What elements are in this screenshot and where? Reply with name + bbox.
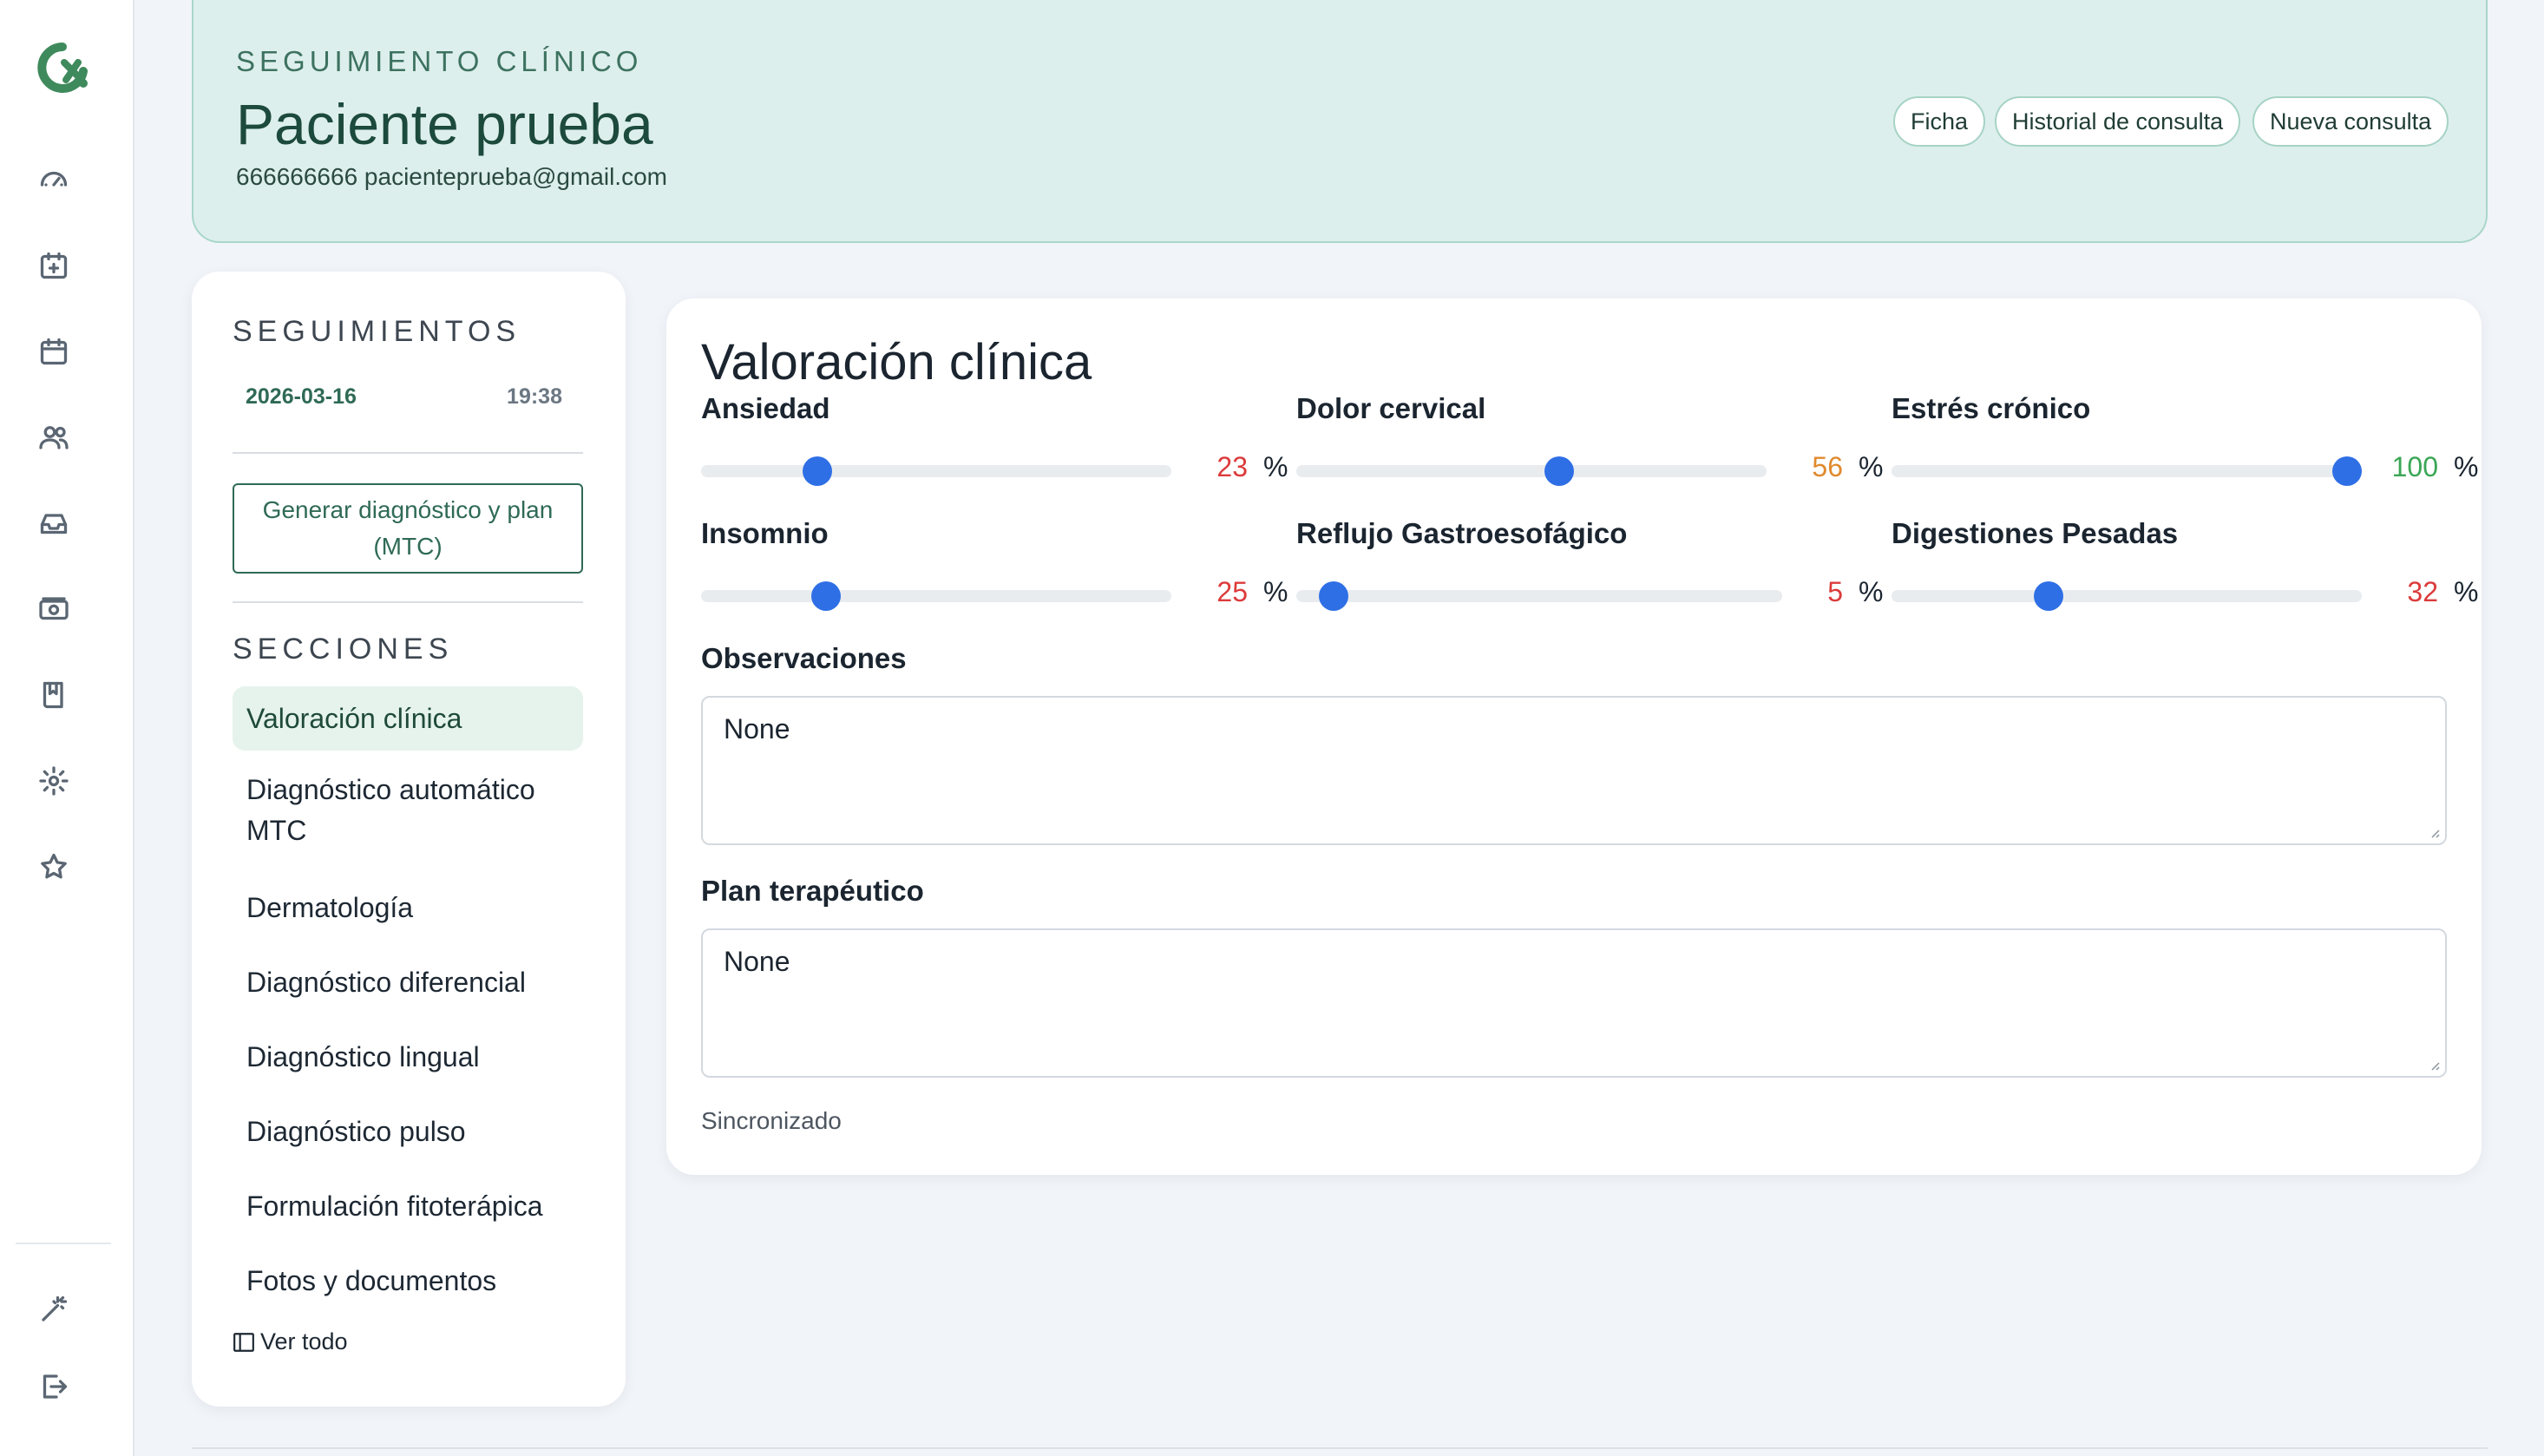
resize-grip-icon[interactable] (2428, 826, 2440, 838)
rail-divider (16, 1243, 111, 1244)
plan-textarea[interactable]: None (701, 928, 2447, 1078)
app-logo[interactable] (33, 42, 94, 94)
resize-grip-icon[interactable] (2428, 1059, 2440, 1071)
slider-label: Estrés crónico (1892, 392, 2091, 424)
divider (233, 601, 583, 603)
slider-ansiedad: Ansiedad 23 % (701, 392, 1288, 488)
slider-label: Reflujo Gastroesofágico (1296, 517, 1628, 549)
logout-icon[interactable] (35, 1367, 73, 1406)
slider-value: 5 (1827, 576, 1843, 607)
secciones-title: SECCIONES (233, 633, 454, 666)
patient-contact: 666666666 pacienteprueba@gmail.com (236, 163, 667, 190)
slider-unit: % (2454, 576, 2479, 607)
slider-track[interactable] (1892, 465, 2362, 477)
slider-estres-cronico: Estrés crónico 100 % (1892, 392, 2478, 488)
slider-track[interactable] (1296, 465, 1767, 477)
generate-diagnosis-button[interactable]: Generar diagnóstico y plan (MTC) (233, 483, 583, 574)
slider-track[interactable] (701, 590, 1171, 602)
observations-label: Observaciones (701, 642, 907, 674)
valoracion-panel: Valoración clínica Ansiedad 23 % Dolor c… (666, 298, 2482, 1175)
slider-track[interactable] (1892, 590, 2362, 602)
slider-thumb[interactable] (1544, 456, 1574, 486)
users-icon[interactable] (35, 418, 73, 456)
slider-unit: % (1263, 576, 1288, 607)
historial-button[interactable]: Historial de consulta (1995, 96, 2241, 147)
patient-name: Paciente prueba (236, 92, 653, 156)
slider-label: Insomnio (701, 517, 829, 549)
entry-time: 19:38 (507, 384, 562, 409)
star-icon[interactable] (35, 848, 73, 886)
section-diagnostico-lingual[interactable]: Diagnóstico lingual (233, 1037, 583, 1078)
header-eyebrow: SEGUIMIENTO CLÍNICO (236, 45, 643, 77)
calendar-icon[interactable] (35, 332, 73, 371)
sync-status: Sincronizado (701, 1107, 842, 1134)
slider-track[interactable] (701, 465, 1171, 477)
slider-thumb[interactable] (1319, 581, 1348, 611)
view-all-label: Ver todo (260, 1328, 348, 1354)
slider-thumb[interactable] (2034, 581, 2063, 611)
ficha-button[interactable]: Ficha (1893, 96, 1986, 147)
section-formulacion-fitoterapica[interactable]: Formulación fitoterápica (233, 1186, 583, 1227)
slider-unit: % (1263, 451, 1288, 482)
slider-unit: % (1859, 576, 1884, 607)
slider-track[interactable] (1296, 590, 1782, 602)
nueva-consulta-button[interactable]: Nueva consulta (2252, 96, 2449, 147)
section-fotos-documentos[interactable]: Fotos y documentos (233, 1261, 583, 1302)
observations-value: None (724, 713, 790, 744)
cash-icon[interactable] (35, 590, 73, 628)
slider-reflujo: Reflujo Gastroesofágico 5 % (1296, 517, 1883, 613)
section-diagnostico-automatico[interactable]: Diagnóstico automático MTC (233, 770, 583, 851)
slider-label: Ansiedad (701, 392, 830, 424)
panel-title: Valoración clínica (701, 334, 1092, 390)
gear-icon[interactable] (35, 762, 73, 800)
slider-thumb[interactable] (811, 581, 841, 611)
section-diagnostico-pulso[interactable]: Diagnóstico pulso (233, 1112, 583, 1152)
slider-digestiones: Digestiones Pesadas 32 % (1892, 517, 2478, 613)
observations-textarea[interactable]: None (701, 696, 2447, 845)
slider-value: 25 (1216, 576, 1248, 607)
icon-rail (0, 0, 134, 1456)
plan-value: None (724, 946, 790, 977)
slider-insomnio: Insomnio 25 % (701, 517, 1288, 613)
slider-value: 100 (2391, 451, 2438, 482)
section-dermatologia[interactable]: Dermatología (233, 888, 583, 928)
slider-unit: % (2454, 451, 2479, 482)
slider-label: Digestiones Pesadas (1892, 517, 2179, 549)
slider-thumb[interactable] (2332, 456, 2362, 486)
divider (233, 452, 583, 454)
entry-date: 2026-03-16 (246, 384, 357, 409)
seguimientos-title: SEGUIMIENTOS (233, 315, 521, 348)
section-diagnostico-diferencial[interactable]: Diagnóstico diferencial (233, 962, 583, 1003)
book-icon[interactable] (35, 676, 73, 714)
slider-dolor-cervical: Dolor cervical 56 % (1296, 392, 1883, 488)
plan-label: Plan terapéutico (701, 875, 924, 907)
patient-header: SEGUIMIENTO CLÍNICO Paciente prueba 6666… (192, 0, 2488, 243)
slider-value: 23 (1216, 451, 1248, 482)
seguimientos-sidebar: SEGUIMIENTOS 2026-03-16 19:38 Generar di… (192, 272, 626, 1407)
section-valoracion-clinica[interactable]: Valoración clínica (233, 686, 583, 751)
bottom-divider (192, 1447, 2488, 1449)
view-all-button[interactable]: Ver todo (233, 1328, 348, 1355)
slider-label: Dolor cervical (1296, 392, 1486, 424)
slider-value: 32 (2407, 576, 2438, 607)
dashboard-icon[interactable] (35, 161, 73, 199)
sidebar-panel-icon (233, 1332, 254, 1352)
slider-thumb[interactable] (803, 456, 832, 486)
magic-wand-icon[interactable] (35, 1290, 73, 1328)
inbox-icon[interactable] (35, 504, 73, 542)
calendar-add-icon[interactable] (35, 246, 73, 285)
slider-unit: % (1859, 451, 1884, 482)
slider-value: 56 (1812, 451, 1843, 482)
